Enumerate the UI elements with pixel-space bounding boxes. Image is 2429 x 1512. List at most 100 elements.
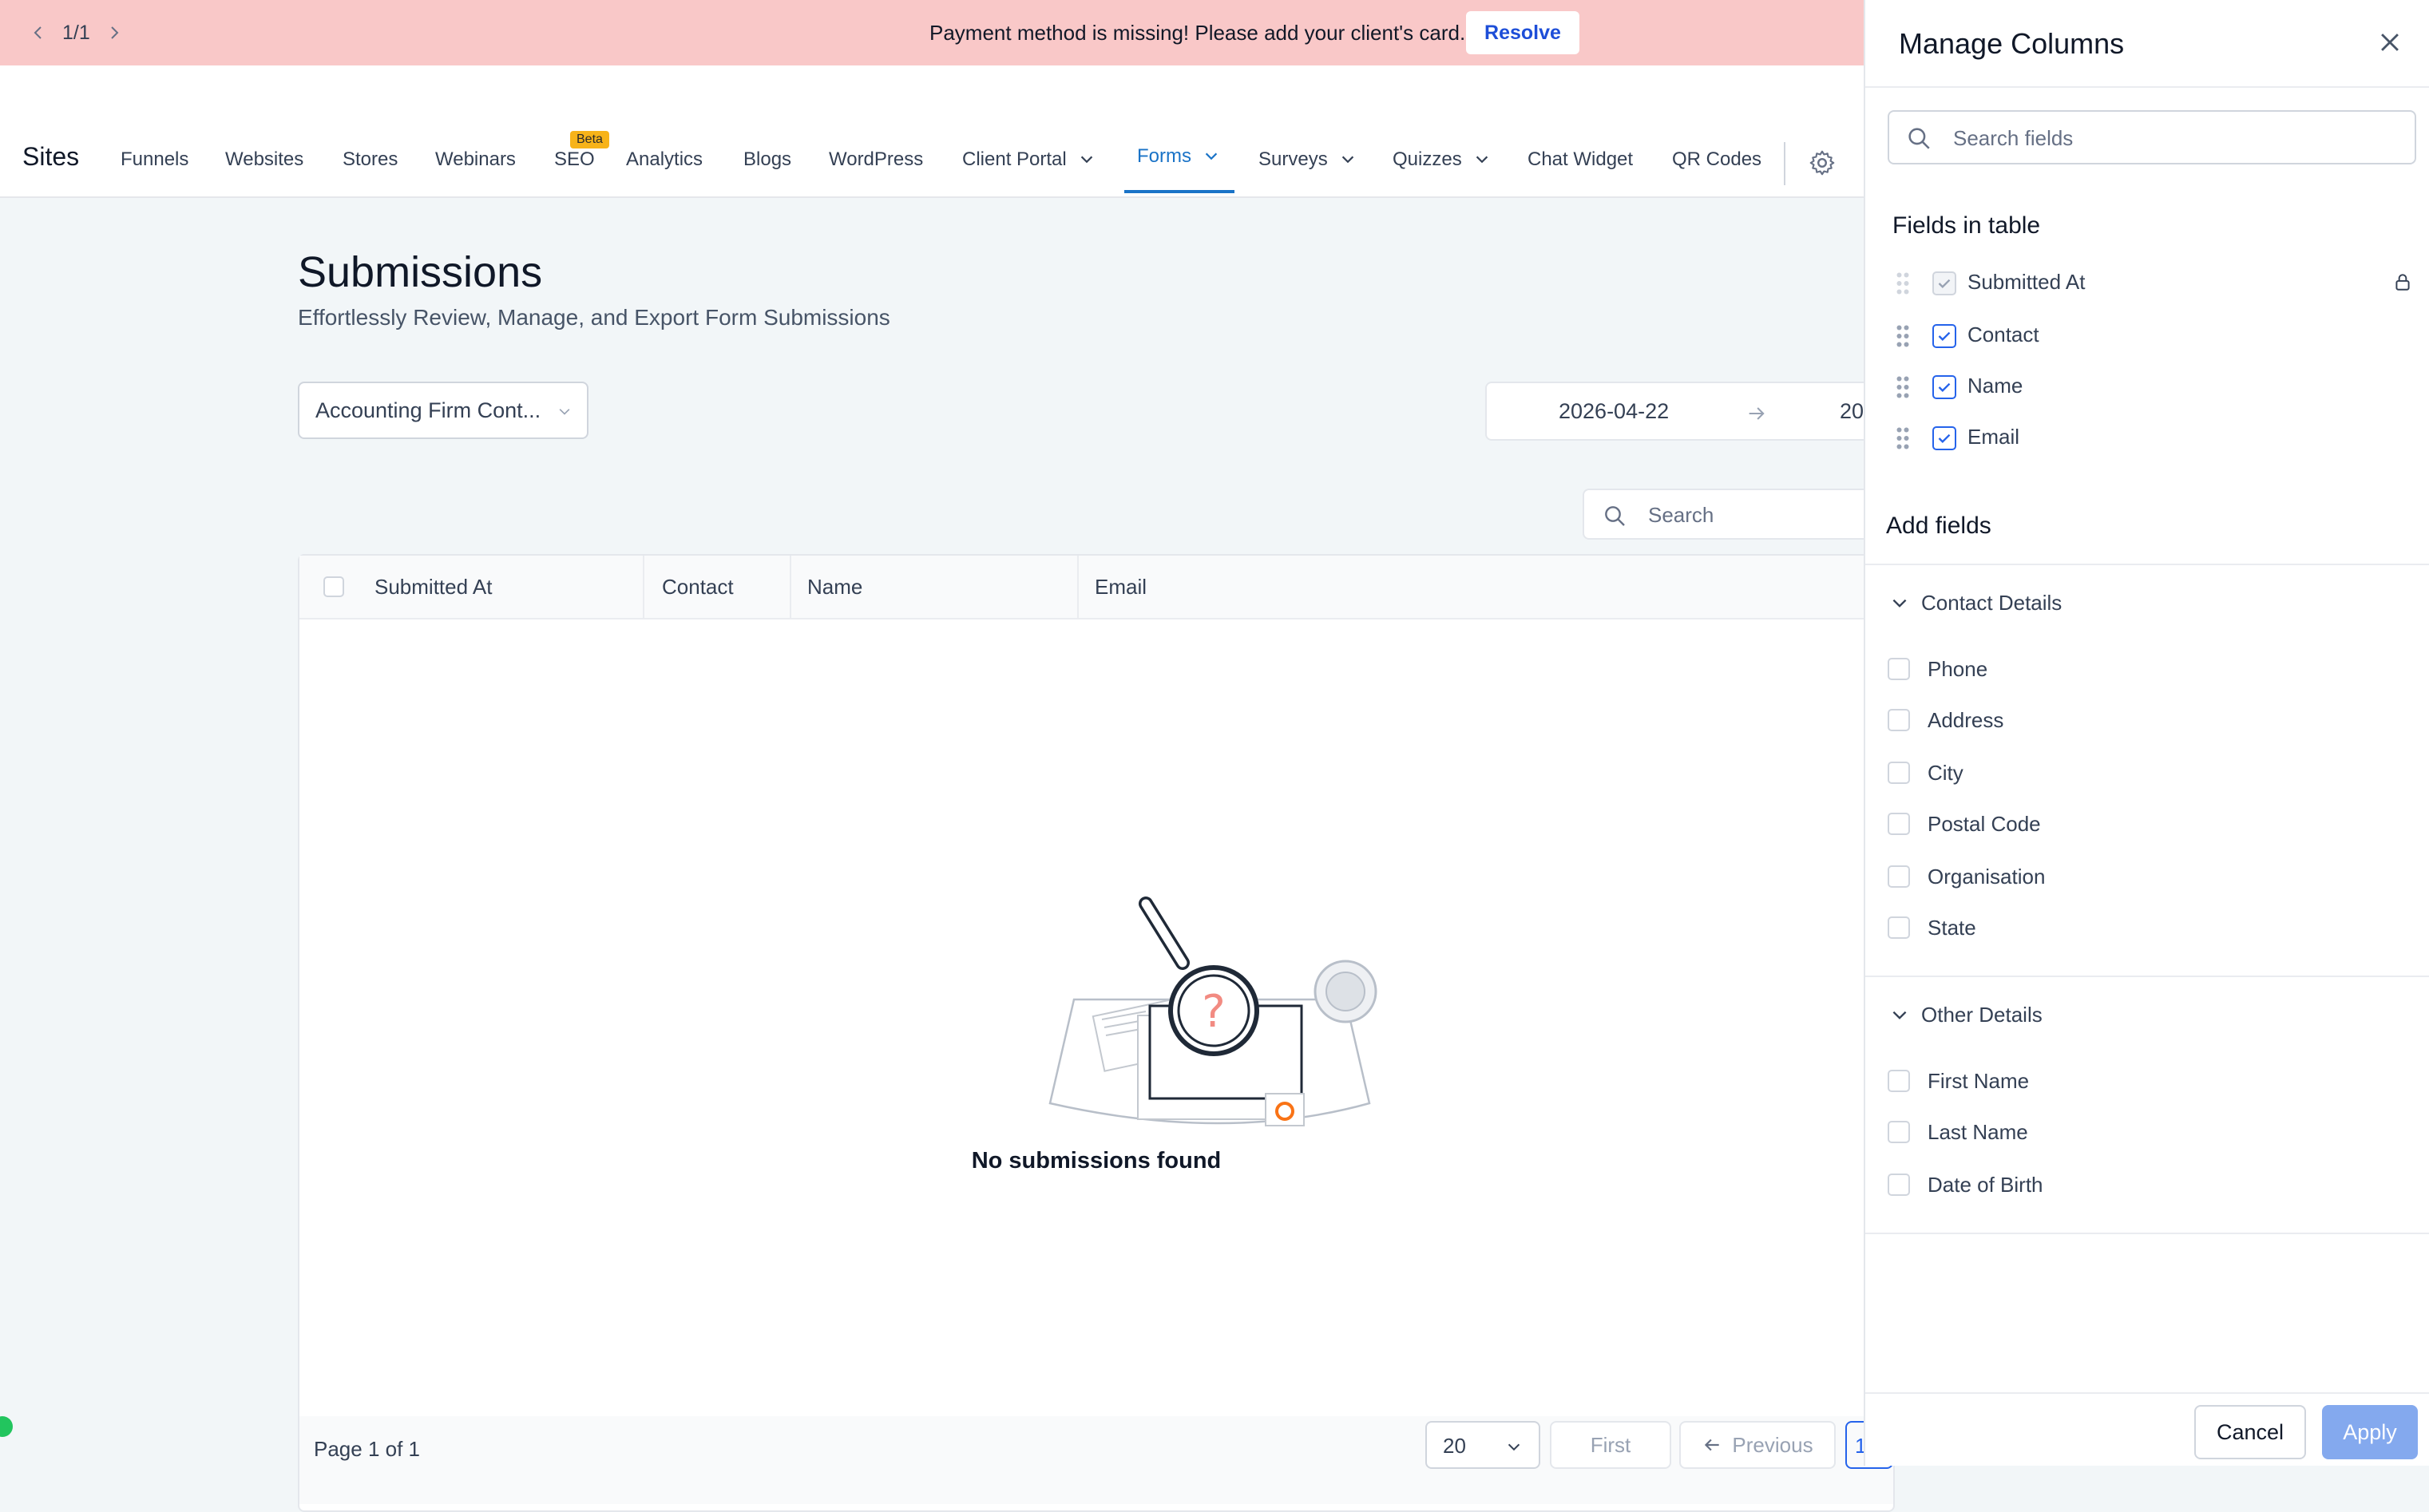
submissions-search-input[interactable]: Search — [1583, 489, 1886, 540]
resolve-button[interactable]: Resolve — [1466, 11, 1579, 54]
field-checkbox[interactable] — [1888, 916, 1910, 939]
field-search-input[interactable]: Search fields — [1888, 110, 2416, 164]
chevron-down-icon — [1476, 156, 1488, 164]
checkmark-icon — [1938, 433, 1951, 444]
fields-in-table-heading: Fields in table — [1892, 212, 2041, 239]
page-subtitle: Effortlessly Review, Manage, and Export … — [298, 305, 890, 330]
nav-item-qr-codes[interactable]: QR Codes — [1672, 148, 1761, 171]
empty-state-text: No submissions found — [971, 1148, 1222, 1174]
drag-handle-icon — [1896, 272, 1909, 295]
nav-item-websites[interactable]: Websites — [225, 148, 303, 171]
date-start[interactable]: 2026-04-22 — [1559, 399, 1669, 424]
add-field-option[interactable]: Last Name — [1888, 1111, 2028, 1153]
add-field-option[interactable]: Date of Birth — [1888, 1164, 2043, 1205]
cancel-button[interactable]: Cancel — [2194, 1405, 2306, 1459]
field-label: Name — [1967, 374, 2023, 398]
nav-label: QR Codes — [1672, 148, 1762, 170]
field-label: Phone — [1928, 656, 1988, 681]
form-select[interactable]: Accounting Firm Cont... — [298, 382, 588, 439]
nav-item-chat-widget[interactable]: Chat Widget — [1528, 148, 1633, 171]
date-range-picker[interactable]: 2026-04-22 20 — [1485, 382, 1884, 441]
chevron-left-icon[interactable] — [29, 23, 48, 42]
lock-icon — [2395, 274, 2410, 291]
chevron-right-icon[interactable] — [105, 23, 124, 42]
nav-item-seo[interactable]: SEO — [554, 148, 595, 171]
field-checkbox[interactable] — [1932, 375, 1956, 399]
field-checkbox[interactable] — [1888, 813, 1910, 835]
field-checkbox[interactable] — [1888, 865, 1910, 888]
panel-title: Manage Columns — [1899, 27, 2125, 60]
per-page-select[interactable]: 20 — [1425, 1421, 1540, 1469]
close-icon[interactable] — [2376, 29, 2403, 56]
first-page-button[interactable]: First — [1550, 1421, 1671, 1469]
table-header: Submitted At Contact Name Email — [299, 556, 1893, 619]
table-field-row: Submitted At — [1865, 260, 2429, 305]
field-checkbox[interactable] — [1888, 1070, 1910, 1092]
arrow-right-icon — [1749, 407, 1765, 420]
pagination-bar: Page 1 of 1 20 First Previous 1 — [299, 1416, 1893, 1504]
add-field-option[interactable]: Phone — [1888, 648, 1987, 690]
nav-item-surveys[interactable]: Surveys — [1258, 148, 1357, 171]
add-field-option[interactable]: First Name — [1888, 1060, 2029, 1102]
chevron-down-icon — [1205, 152, 1218, 160]
nav-item-blogs[interactable]: Blogs — [743, 148, 791, 171]
chevron-down-icon — [1080, 156, 1092, 164]
date-end[interactable]: 20 — [1840, 399, 1864, 424]
search-icon — [1908, 128, 1930, 149]
nav-item-client-portal[interactable]: Client Portal — [962, 148, 1096, 171]
nav-item-forms[interactable]: Forms — [1137, 145, 1220, 168]
table-field-row[interactable]: Contact — [1865, 313, 2429, 358]
column-header-name[interactable]: Name — [807, 556, 862, 618]
status-indicator — [0, 1416, 13, 1437]
nav-item-funnels[interactable]: Funnels — [121, 148, 188, 171]
drag-handle-icon[interactable] — [1896, 375, 1910, 399]
add-field-option[interactable]: City — [1888, 752, 1963, 794]
group-toggle-contact-details[interactable]: Contact Details — [1889, 591, 2062, 615]
add-field-option[interactable]: Organisation — [1888, 856, 2045, 897]
field-checkbox[interactable] — [1888, 658, 1910, 680]
panel-divider — [1865, 86, 2429, 88]
column-header-contact[interactable]: Contact — [662, 556, 734, 618]
column-header-submitted-at[interactable]: Submitted At — [374, 556, 492, 618]
drag-handle-icon[interactable] — [1896, 324, 1910, 348]
table-field-row[interactable]: Email — [1865, 415, 2429, 460]
nav-item-quizzes[interactable]: Quizzes — [1393, 148, 1491, 171]
add-fields-heading: Add fields — [1886, 513, 1991, 539]
field-checkbox[interactable] — [1888, 709, 1910, 731]
group-label: Other Details — [1921, 1003, 2043, 1027]
arrow-left-icon — [1705, 1439, 1720, 1451]
add-field-option[interactable]: State — [1888, 907, 1976, 948]
drag-handle-icon[interactable] — [1896, 426, 1910, 450]
nav-item-stores[interactable]: Stores — [343, 148, 398, 171]
column-divider — [1077, 556, 1079, 618]
select-all-checkbox[interactable] — [323, 576, 344, 597]
gear-icon[interactable] — [1808, 148, 1837, 177]
column-header-email[interactable]: Email — [1095, 556, 1147, 618]
add-field-option[interactable]: Postal Code — [1888, 803, 2041, 845]
empty-state-illustration: ? — [1048, 897, 1377, 1126]
field-checkbox[interactable] — [1888, 1121, 1910, 1143]
nav-label: Websites — [225, 148, 304, 170]
manage-columns-panel: Manage Columns Search fields Fields in t… — [1864, 0, 2429, 1466]
nav-brand: Sites — [22, 142, 80, 171]
nav-item-analytics[interactable]: Analytics — [626, 148, 703, 171]
field-checkbox[interactable] — [1888, 762, 1910, 784]
chevron-down-icon — [1892, 599, 1907, 608]
nav-label: Webinars — [435, 148, 516, 170]
svg-text:?: ? — [1202, 986, 1226, 1038]
group-toggle-other-details[interactable]: Other Details — [1889, 1003, 2043, 1027]
panel-divider — [1865, 976, 2429, 977]
field-checkbox[interactable] — [1932, 426, 1956, 450]
nav-item-wordpress[interactable]: WordPress — [829, 148, 923, 171]
nav-label: Surveys — [1258, 148, 1328, 170]
field-label: Last Name — [1928, 1119, 2028, 1144]
previous-page-button[interactable]: Previous — [1679, 1421, 1836, 1469]
add-field-option[interactable]: Address — [1888, 699, 2003, 741]
search-placeholder: Search — [1648, 503, 1714, 527]
apply-button[interactable]: Apply — [2322, 1405, 2418, 1459]
field-checkbox[interactable] — [1888, 1174, 1910, 1196]
table-field-row[interactable]: Name — [1865, 364, 2429, 409]
field-checkbox[interactable] — [1932, 324, 1956, 348]
nav-item-webinars[interactable]: Webinars — [435, 148, 516, 171]
field-label: State — [1928, 915, 1976, 940]
